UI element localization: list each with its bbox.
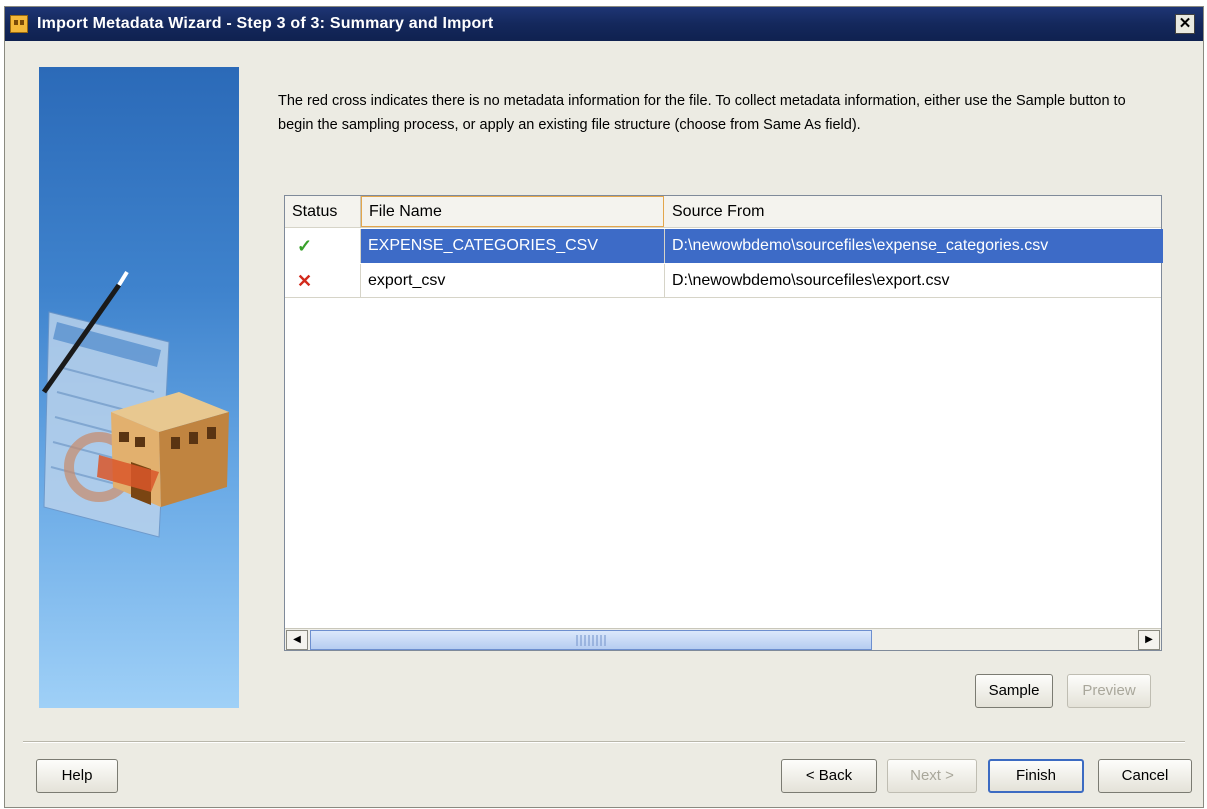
column-header-source-from[interactable]: Source From <box>665 196 1163 228</box>
horizontal-scrollbar[interactable]: ◀ ▶ <box>285 628 1161 650</box>
cancel-button[interactable]: Cancel <box>1098 759 1192 793</box>
scrollbar-thumb[interactable] <box>310 630 872 650</box>
preview-button[interactable]: Preview <box>1067 674 1151 708</box>
file-name-cell[interactable]: EXPENSE_CATEGORIES_CSV <box>361 229 665 263</box>
table-row[interactable]: ✕ export_csv D:\newowbdemo\sourcefiles\e… <box>285 264 1161 298</box>
help-button[interactable]: Help <box>36 759 118 793</box>
wizard-side-illustration <box>39 67 239 708</box>
finish-button[interactable]: Finish <box>988 759 1084 793</box>
table-row[interactable]: ✓ EXPENSE_CATEGORIES_CSV D:\newowbdemo\s… <box>285 229 1163 263</box>
scroll-right-icon[interactable]: ▶ <box>1138 630 1160 650</box>
instructions-text: The red cross indicates there is no meta… <box>278 93 1126 133</box>
source-from-cell[interactable]: D:\newowbdemo\sourcefiles\expense_catego… <box>665 229 1163 263</box>
checkmark-icon: ✓ <box>285 229 361 263</box>
sample-button[interactable]: Sample <box>975 674 1053 708</box>
import-metadata-wizard-window: Import Metadata Wizard - Step 3 of 3: Su… <box>4 6 1204 808</box>
files-table: Status File Name Source From ✓ EXPENSE_C… <box>284 195 1163 651</box>
column-header-file-name[interactable]: File Name <box>361 196 664 227</box>
table-header: Status File Name Source From <box>285 196 1161 228</box>
file-name-cell[interactable]: export_csv <box>361 264 665 298</box>
window-title: Import Metadata Wizard - Step 3 of 3: Su… <box>37 15 494 32</box>
source-from-cell[interactable]: D:\newowbdemo\sourcefiles\export.csv <box>665 264 1163 298</box>
wizard-app-icon <box>10 15 28 33</box>
scrollbar-grip-icon <box>576 635 606 646</box>
next-button[interactable]: Next > <box>887 759 977 793</box>
back-button[interactable]: < Back <box>781 759 877 793</box>
close-button[interactable]: ✕ <box>1175 14 1195 34</box>
column-header-status[interactable]: Status <box>285 196 361 228</box>
red-cross-icon: ✕ <box>285 264 361 298</box>
footer-separator <box>23 741 1185 743</box>
warehouse-wand-illustration-icon <box>41 270 229 538</box>
title-bar[interactable]: Import Metadata Wizard - Step 3 of 3: Su… <box>5 7 1203 41</box>
scroll-left-icon[interactable]: ◀ <box>286 630 308 650</box>
